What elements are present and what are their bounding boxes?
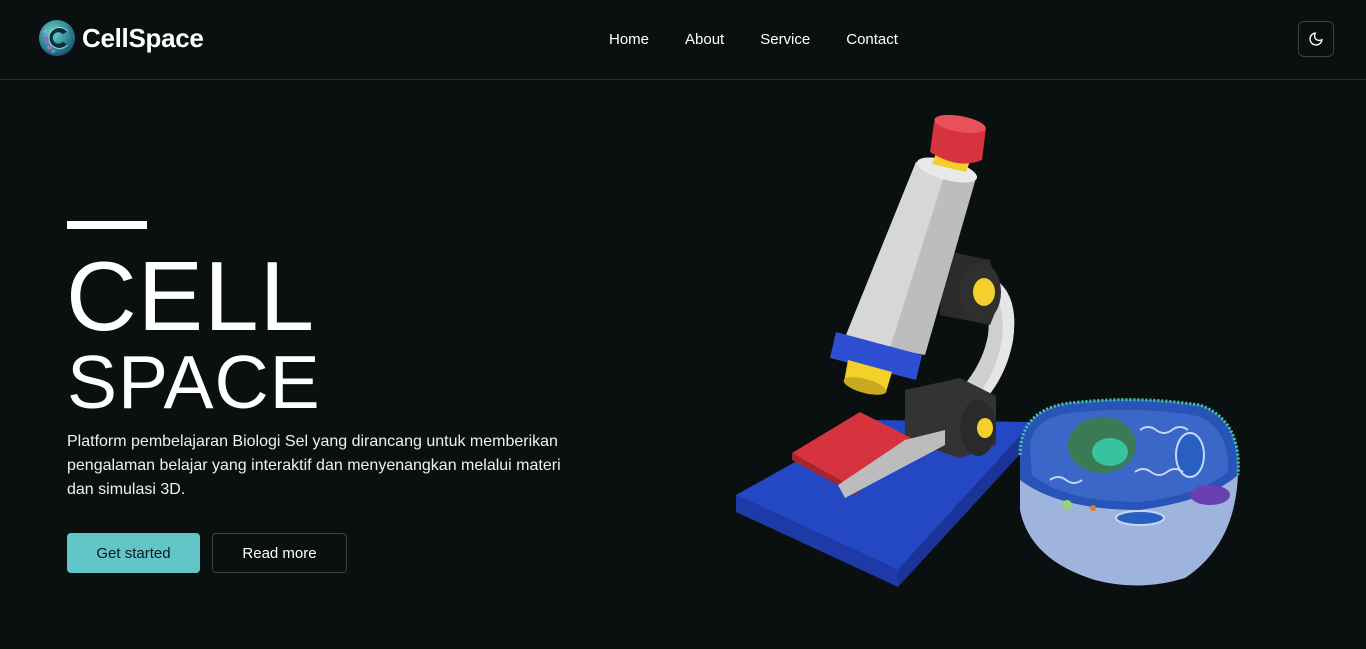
nav-home[interactable]: Home [609,31,649,48]
hero-title-line2: SPACE [67,340,321,424]
nav-contact[interactable]: Contact [846,31,898,48]
get-started-button[interactable]: Get started [67,533,200,573]
hero-title-line1: CELL [66,241,316,351]
animal-cell-model [1018,398,1240,586]
main-menu: Home About Service Contact [609,31,934,48]
read-more-button[interactable]: Read more [212,533,347,573]
theme-toggle-button[interactable] [1298,21,1334,57]
hero-accent-bar [67,221,147,229]
brand-name: CellSpace [82,22,204,53]
moon-icon [1309,32,1323,46]
cell-logo-icon [38,19,76,57]
microscope-eyepiece [930,114,986,172]
navbar: CellSpace Home About Service Contact [0,0,1366,80]
hero-description: Platform pembelajaran Biologi Sel yang d… [67,433,561,498]
nav-service[interactable]: Service [760,31,810,48]
brand-link[interactable]: CellSpace [38,19,204,57]
microscope-illustration [736,114,1240,587]
nav-about[interactable]: About [685,31,724,48]
